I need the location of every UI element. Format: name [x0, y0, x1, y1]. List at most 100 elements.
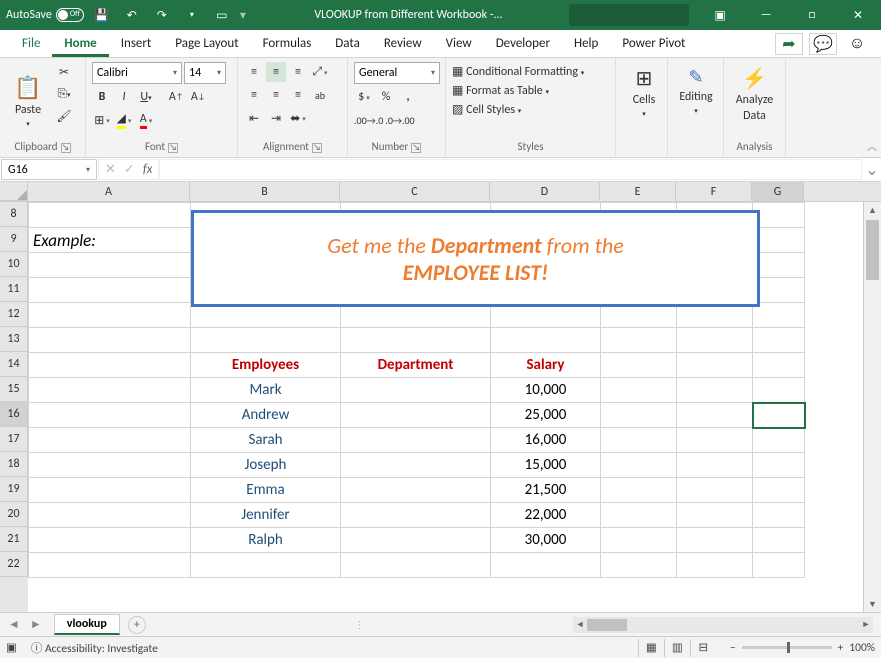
dialog-launcher-icon[interactable]: ↘	[168, 143, 178, 153]
cell-dept[interactable]	[341, 428, 491, 453]
callout-textbox[interactable]: Get me the Department from the EMPLOYEE …	[191, 210, 760, 307]
cell-emp[interactable]: Joseph	[191, 453, 341, 478]
tab-home[interactable]: Home	[52, 30, 108, 57]
underline-button[interactable]: U▾	[136, 87, 156, 107]
cell-sal[interactable]: 25,000	[491, 403, 601, 428]
font-color-button[interactable]: A	[136, 110, 156, 130]
col-header-D[interactable]: D	[490, 182, 600, 201]
tab-file[interactable]: File	[10, 30, 52, 57]
cell-emp[interactable]: Jennifer	[191, 503, 341, 528]
bold-button[interactable]: B	[92, 87, 112, 107]
cell-sal[interactable]: 21,500	[491, 478, 601, 503]
percent-button[interactable]: %	[376, 87, 396, 107]
font-size-combo[interactable]: 14▾	[184, 62, 226, 84]
row-header[interactable]: 16	[0, 402, 28, 427]
row-header[interactable]: 15	[0, 377, 28, 402]
format-painter-button[interactable]: 🖌	[54, 106, 74, 126]
enter-formula-button[interactable]: ✓	[124, 162, 135, 177]
cell-dept[interactable]	[341, 503, 491, 528]
cell-emp[interactable]: Sarah	[191, 428, 341, 453]
row-header[interactable]: 12	[0, 302, 28, 327]
scroll-down-button[interactable]: ▼	[864, 596, 881, 612]
col-header-E[interactable]: E	[600, 182, 676, 201]
grow-font-button[interactable]: A↑	[166, 87, 186, 107]
row-header[interactable]: 8	[0, 202, 28, 227]
scroll-left-button[interactable]: ◄	[573, 619, 587, 630]
format-as-table-button[interactable]: ▦ Format as Table ▾	[452, 83, 584, 98]
align-middle-button[interactable]: ≡	[266, 62, 286, 82]
decrease-indent-button[interactable]: ⇤	[244, 108, 264, 128]
header-employees[interactable]: Employees	[191, 353, 341, 378]
cancel-formula-button[interactable]: ✕	[105, 162, 116, 177]
row-header[interactable]: 19	[0, 477, 28, 502]
row-header[interactable]: 17	[0, 427, 28, 452]
cells-area[interactable]: Example: EmployeesDepartmentSalary Mark1…	[28, 202, 863, 612]
dialog-launcher-icon[interactable]: ↘	[61, 143, 71, 153]
cut-button[interactable]: ✂	[54, 62, 74, 82]
col-header-F[interactable]: F	[676, 182, 752, 201]
scroll-right-button[interactable]: ►	[859, 619, 873, 630]
insert-function-button[interactable]: fx	[143, 162, 153, 177]
row-header[interactable]: 21	[0, 527, 28, 552]
sheet-tab-active[interactable]: vlookup	[54, 614, 120, 635]
cell-emp[interactable]: Mark	[191, 378, 341, 403]
row-header[interactable]: 11	[0, 277, 28, 302]
zoom-slider[interactable]	[742, 646, 832, 649]
align-right-button[interactable]: ≡	[288, 85, 308, 105]
page-layout-view-button[interactable]: ▥	[664, 639, 690, 657]
share-button[interactable]: ➦	[775, 33, 803, 55]
merge-button[interactable]: ⬌	[288, 108, 308, 128]
fill-color-button[interactable]: ◢	[114, 110, 134, 130]
conditional-formatting-button[interactable]: ▦ Conditional Formatting ▾	[452, 64, 584, 79]
analyze-data-button[interactable]: ⚡ Analyze Data	[730, 62, 779, 127]
increase-decimal-button[interactable]: .00→.0	[354, 110, 383, 130]
cell-sal[interactable]: 22,000	[491, 503, 601, 528]
name-box[interactable]: G16▾	[1, 159, 97, 180]
comma-button[interactable]: ,	[398, 87, 418, 107]
sheet-nav-prev[interactable]: ◄	[8, 617, 20, 632]
borders-button[interactable]: ⊞	[92, 110, 112, 130]
select-all-button[interactable]	[0, 182, 28, 201]
maximize-button[interactable]: □	[789, 0, 835, 30]
zoom-out-button[interactable]: −	[730, 641, 736, 655]
header-salary[interactable]: Salary	[491, 353, 601, 378]
col-header-G[interactable]: G	[752, 182, 804, 201]
horizontal-scrollbar[interactable]: ◄ ►	[573, 617, 873, 633]
paste-button[interactable]: 📋 Paste ▾	[6, 62, 50, 140]
decrease-decimal-button[interactable]: .0→.00	[385, 110, 414, 130]
row-header[interactable]: 9	[0, 227, 28, 252]
qat-more-button[interactable]: ▾	[180, 3, 204, 27]
align-center-button[interactable]: ≡	[266, 85, 286, 105]
align-bottom-button[interactable]: ≡	[288, 62, 308, 82]
dialog-launcher-icon[interactable]: ↘	[411, 143, 421, 153]
row-header[interactable]: 10	[0, 252, 28, 277]
zoom-in-button[interactable]: +	[838, 641, 844, 655]
formula-input[interactable]	[159, 159, 862, 180]
tab-help[interactable]: Help	[562, 30, 610, 57]
increase-indent-button[interactable]: ⇥	[266, 108, 286, 128]
row-header[interactable]: 14	[0, 352, 28, 377]
dialog-launcher-icon[interactable]: ↘	[312, 143, 322, 153]
page-break-view-button[interactable]: ⊟	[690, 639, 716, 657]
hscroll-thumb[interactable]	[587, 619, 627, 631]
minimize-button[interactable]: —	[743, 0, 789, 30]
cell-sal[interactable]: 16,000	[491, 428, 601, 453]
accounting-format-button[interactable]: $	[354, 87, 374, 107]
cell-example-label[interactable]: Example:	[29, 228, 191, 253]
ribbon-display-button[interactable]: ▣	[697, 0, 743, 30]
italic-button[interactable]: I	[114, 87, 134, 107]
align-top-button[interactable]: ≡	[244, 62, 264, 82]
cells-button[interactable]: ⊞ Cells ▾	[622, 62, 666, 122]
row-header[interactable]: 22	[0, 552, 28, 577]
cell-sal[interactable]: 10,000	[491, 378, 601, 403]
col-header-A[interactable]: A	[28, 182, 190, 201]
save-button[interactable]: 💾	[90, 3, 114, 27]
tab-developer[interactable]: Developer	[484, 30, 562, 57]
shrink-font-button[interactable]: A↓	[188, 87, 208, 107]
scroll-up-button[interactable]: ▲	[864, 202, 881, 218]
scroll-thumb[interactable]	[866, 220, 879, 280]
sheet-nav-next[interactable]: ►	[30, 617, 42, 632]
new-sheet-button[interactable]: +	[128, 616, 146, 634]
cell-sal[interactable]: 30,000	[491, 528, 601, 553]
cell-sal[interactable]: 15,000	[491, 453, 601, 478]
